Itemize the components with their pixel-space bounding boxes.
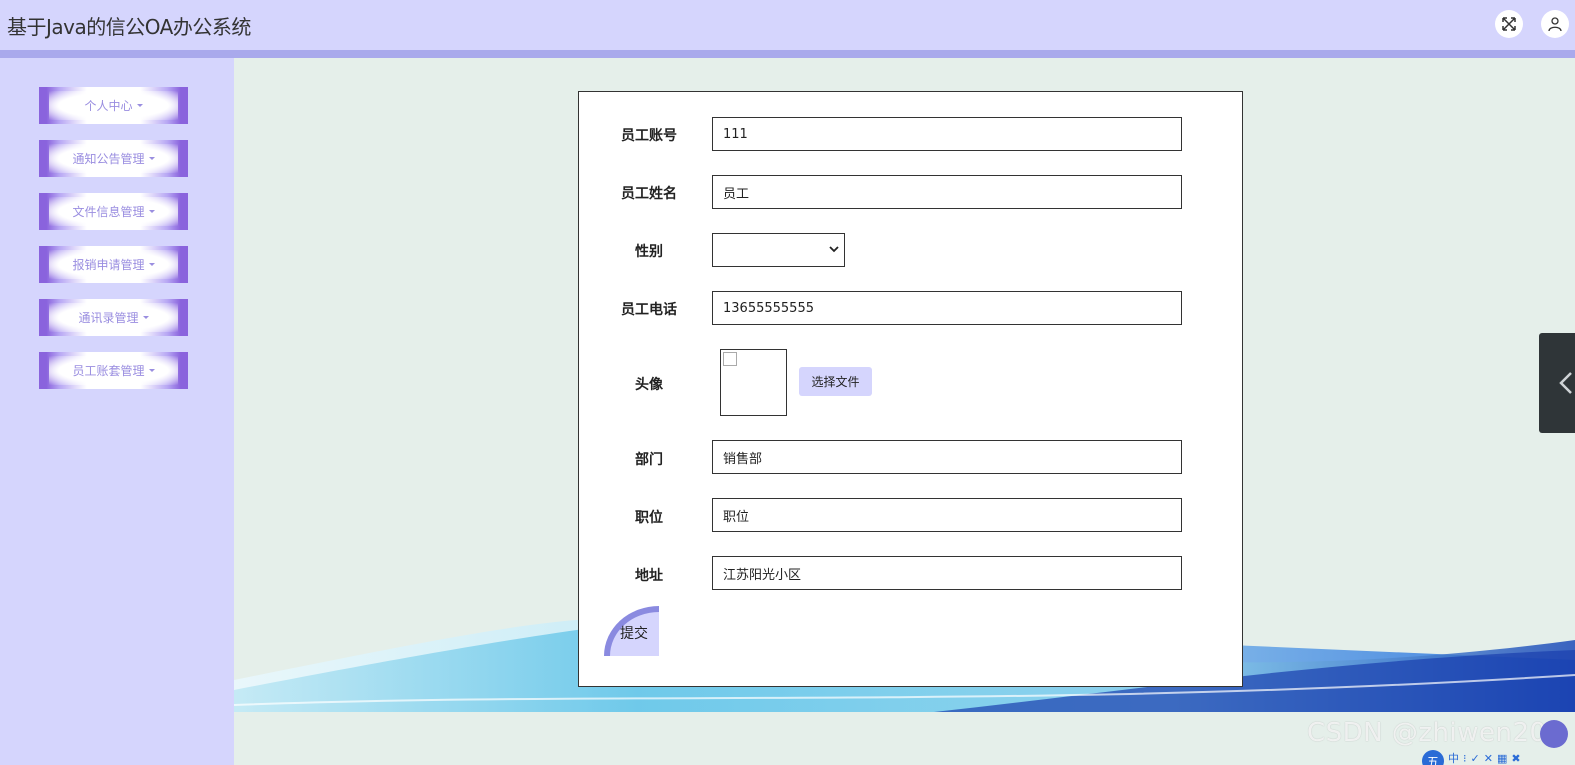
caret-down-icon <box>148 157 155 160</box>
expand-icon <box>1502 17 1516 31</box>
sidebar-item-personal-center[interactable]: 个人中心 <box>39 87 188 124</box>
avatar-preview <box>720 349 787 416</box>
chevron-down-icon <box>829 246 839 253</box>
department-input[interactable]: 销售部 <box>712 440 1182 474</box>
caret-down-icon <box>148 369 155 372</box>
avatar-label: 头像 <box>635 377 663 393</box>
sidebar-item-label: 报销申请管理 <box>72 258 145 272</box>
user-button[interactable] <box>1541 10 1569 38</box>
account-input[interactable]: 111 <box>712 117 1182 151</box>
floating-bubble[interactable] <box>1540 720 1568 748</box>
app-title: 基于Java的信公OA办公系统 <box>7 15 251 39</box>
caret-down-icon <box>148 263 155 266</box>
name-label: 员工姓名 <box>621 186 677 202</box>
position-input[interactable]: 职位 <box>712 498 1182 532</box>
ime-tray-item[interactable]: ✓ <box>1471 752 1480 765</box>
ime-logo-icon[interactable]: 五 <box>1422 750 1444 765</box>
employee-form-card: 员工账号 111 员工姓名 员工 性别 员工电话 13655555555 头像 … <box>578 91 1243 687</box>
sidebar-item-label: 员工账套管理 <box>72 364 145 378</box>
watermark: CSDN @zhiwen205 <box>1307 718 1564 748</box>
address-label: 地址 <box>635 568 663 584</box>
ime-tray-item[interactable]: ✖ <box>1511 752 1520 765</box>
phone-input[interactable]: 13655555555 <box>712 291 1182 325</box>
submit-button[interactable]: 提交 <box>604 606 659 656</box>
sidebar-item-label: 文件信息管理 <box>72 205 145 219</box>
broken-image-icon <box>723 352 737 366</box>
sidebar-item-employee-account-management[interactable]: 员工账套管理 <box>39 352 188 389</box>
chevron-left-icon <box>1559 372 1572 394</box>
ime-toolbar: 五 中 ⁝ ✓ ✕ ▦ ✖ <box>1422 750 1521 765</box>
choose-file-button[interactable]: 选择文件 <box>799 367 872 396</box>
address-input[interactable]: 江苏阳光小区 <box>712 556 1182 590</box>
caret-down-icon <box>136 104 143 107</box>
gender-label: 性别 <box>635 244 663 260</box>
ime-tray-item[interactable]: ✕ <box>1484 752 1493 765</box>
sidebar-item-label: 通知公告管理 <box>72 152 145 166</box>
header-divider <box>0 50 1575 58</box>
fullscreen-button[interactable] <box>1495 10 1523 38</box>
sidebar-item-label: 通讯录管理 <box>78 311 139 325</box>
phone-label: 员工电话 <box>621 302 677 318</box>
submit-button-label: 提交 <box>620 626 648 642</box>
ime-tray-item[interactable]: ⁝ <box>1463 752 1467 765</box>
gender-select[interactable] <box>712 233 845 267</box>
department-label: 部门 <box>635 452 663 468</box>
user-icon <box>1548 17 1562 32</box>
position-label: 职位 <box>635 510 663 526</box>
caret-down-icon <box>142 316 149 319</box>
account-label: 员工账号 <box>621 128 677 144</box>
caret-down-icon <box>148 210 155 213</box>
sidebar-item-notice-management[interactable]: 通知公告管理 <box>39 140 188 177</box>
sidebar-item-reimbursement-management[interactable]: 报销申请管理 <box>39 246 188 283</box>
side-panel-toggle[interactable] <box>1539 333 1575 433</box>
sidebar-item-label: 个人中心 <box>84 99 133 113</box>
top-bar: 基于Java的信公OA办公系统 <box>0 0 1575 50</box>
sidebar-item-contacts-management[interactable]: 通讯录管理 <box>39 299 188 336</box>
sidebar-item-file-management[interactable]: 文件信息管理 <box>39 193 188 230</box>
ime-tray-item[interactable]: 中 <box>1448 750 1459 765</box>
name-input[interactable]: 员工 <box>712 175 1182 209</box>
ime-tray-item[interactable]: ▦ <box>1497 752 1507 765</box>
